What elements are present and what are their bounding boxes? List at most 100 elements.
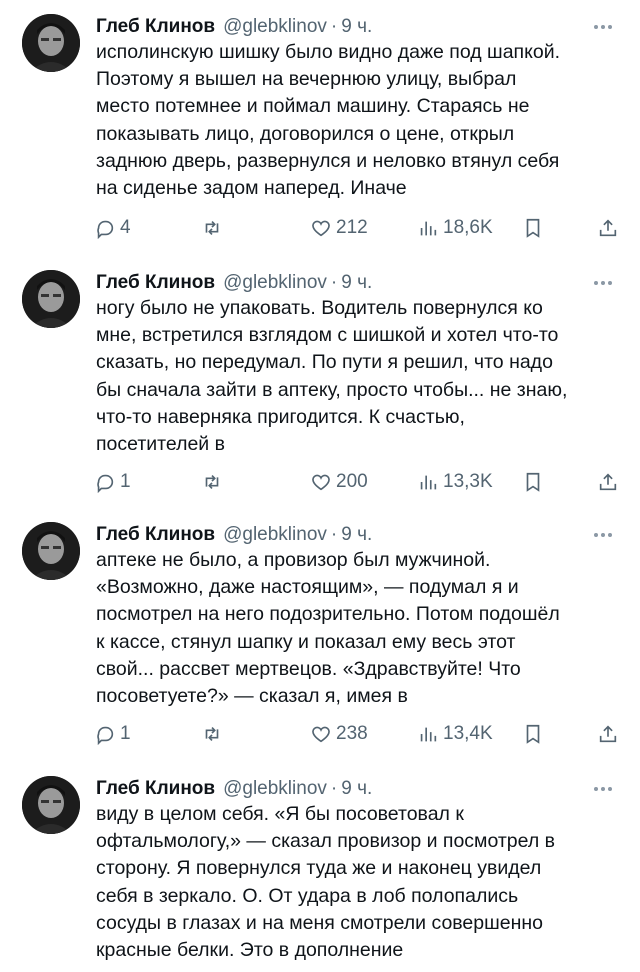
speech-bubble-icon <box>97 474 114 493</box>
more-dots-icon[interactable] <box>588 778 618 800</box>
author-avatar[interactable] <box>22 270 80 328</box>
more-dots-icon[interactable] <box>588 16 618 38</box>
author-name[interactable]: Глеб Клинов <box>96 778 215 800</box>
separator-dot: · <box>330 272 338 293</box>
text-line: виду в целом себя. «Я бы посоветовал к <box>96 803 464 825</box>
more-dots-icon[interactable] <box>588 524 618 546</box>
text-line: красные белки. Это в дополнение <box>96 939 404 962</box>
text-line: свой... рассвет мертвецов. «Здравствуйте… <box>96 657 521 680</box>
heart-icon <box>312 726 330 743</box>
author-handle[interactable]: @glebklinov <box>223 778 327 800</box>
views-button[interactable]: 13,3K <box>417 468 493 496</box>
like-button[interactable]: 200 <box>310 468 368 496</box>
bar-chart-icon <box>420 727 437 742</box>
author-handle[interactable]: @glebklinov <box>223 524 327 546</box>
text-line: ногу было не упаковать. Водитель поверну… <box>96 297 543 319</box>
speech-bubble-icon <box>97 220 114 239</box>
text-line: «Возможно, даже настоящим», — подумал я … <box>96 576 519 599</box>
text-line: себя в зеркало. О. От удара в лоб полопа… <box>96 884 519 907</box>
text-line: показывать лицо, договорился о цене, отк… <box>96 122 515 145</box>
retweet-arrows-icon <box>205 220 219 236</box>
text-line: посоветуете?» — сказал я, имея в <box>96 685 408 708</box>
share-button[interactable] <box>597 468 619 496</box>
views-button[interactable]: 13,4K <box>417 720 493 748</box>
author-handle[interactable]: @glebklinov <box>223 272 327 294</box>
like-button[interactable]: 212 <box>310 214 368 242</box>
text-line: на сиденье задом наперед. Иначе <box>96 177 407 200</box>
text-line: посетителей в <box>96 433 225 456</box>
retweet-button[interactable] <box>201 468 223 496</box>
like-button[interactable]: 238 <box>310 720 368 748</box>
separator-dot: · <box>330 16 338 37</box>
share-upload-icon <box>599 473 617 491</box>
heart-icon <box>312 220 330 237</box>
like-count: 238 <box>336 723 368 744</box>
tweet-text: исполинскую шишку было видно даже под ша… <box>96 39 626 202</box>
bookmark-icon <box>526 724 540 744</box>
tweet-text: виду в целом себя. «Я бы посоветовал к о… <box>96 801 626 964</box>
action-bar: 1 238 13,4K <box>0 720 640 748</box>
bookmark-icon <box>526 472 540 492</box>
text-line: бы сначала зайти в аптеку, просто чтобы.… <box>96 378 568 401</box>
action-bar: 1 200 13,3K <box>0 468 640 496</box>
author-avatar[interactable] <box>22 522 80 580</box>
share-button[interactable] <box>597 720 619 748</box>
text-line: сосуды в глазах и на меня смотрели совер… <box>96 911 543 934</box>
like-count: 200 <box>336 471 368 492</box>
bookmark-icon <box>526 218 540 238</box>
text-line: заднюю дверь, развернулся и неловко втян… <box>96 149 560 172</box>
text-line: посмотрел на него подозрительно. Потом п… <box>96 603 560 626</box>
bookmark-button[interactable] <box>522 468 544 496</box>
view-count: 13,4K <box>443 723 493 744</box>
share-upload-icon <box>599 725 617 743</box>
text-line: исполинскую шишку было видно даже под ша… <box>96 41 561 63</box>
separator-dot: · <box>330 524 338 545</box>
text-line: мне, встретился взглядом с шишкой и хоте… <box>96 324 559 347</box>
text-line: сторону. Я повернулся туда же и наконец … <box>96 857 542 880</box>
bar-chart-icon <box>420 475 437 490</box>
reply-button[interactable]: 1 <box>94 720 131 748</box>
separator-dot: · <box>330 778 338 799</box>
reply-count: 1 <box>120 723 131 744</box>
author-avatar[interactable] <box>22 14 80 72</box>
author-name[interactable]: Глеб Клинов <box>96 16 215 38</box>
heart-icon <box>312 474 330 491</box>
timestamp[interactable]: 9 ч. <box>341 524 372 546</box>
bar-chart-icon <box>420 221 437 236</box>
share-button[interactable] <box>597 214 619 242</box>
text-line: офтальмологу,» — сказал провизор и посмо… <box>96 830 555 853</box>
reply-button[interactable]: 1 <box>94 468 131 496</box>
text-line: Поэтому я вышел на вечернюю улицу, выбра… <box>96 68 517 91</box>
text-line: сказать, но передумал. По пути я решил, … <box>96 351 553 374</box>
tweet-text: аптеке не было, а провизор был мужчиной.… <box>96 547 626 710</box>
tweet-text: ногу было не упаковать. Водитель поверну… <box>96 295 626 458</box>
speech-bubble-icon <box>97 726 114 745</box>
bookmark-button[interactable] <box>522 720 544 748</box>
view-count: 18,6K <box>443 217 493 238</box>
retweet-button[interactable] <box>201 214 223 242</box>
reply-count: 1 <box>120 471 131 492</box>
author-name[interactable]: Глеб Клинов <box>96 272 215 294</box>
reply-button[interactable]: 4 <box>94 214 131 242</box>
timestamp[interactable]: 9 ч. <box>341 272 372 294</box>
timestamp[interactable]: 9 ч. <box>341 778 372 800</box>
author-avatar[interactable] <box>22 776 80 834</box>
text-line: что-то наверняка пригодится. К счастью, <box>96 405 465 428</box>
text-line: аптеке не было, а провизор был мужчиной. <box>96 549 491 571</box>
views-button[interactable]: 18,6K <box>417 214 493 242</box>
author-handle[interactable]: @glebklinov <box>223 16 327 38</box>
more-dots-icon[interactable] <box>588 272 618 294</box>
author-name[interactable]: Глеб Клинов <box>96 524 215 546</box>
timestamp[interactable]: 9 ч. <box>341 16 372 38</box>
view-count: 13,3K <box>443 471 493 492</box>
share-upload-icon <box>599 219 617 237</box>
retweet-arrows-icon <box>205 474 219 490</box>
text-line: место потемнее и поймал машину. Стараясь… <box>96 95 530 118</box>
text-line: к кассе, стянул шапку и показал ему весь… <box>96 630 516 653</box>
retweet-arrows-icon <box>205 726 219 742</box>
action-bar: 4 212 18,6K <box>0 214 640 242</box>
like-count: 212 <box>336 217 368 238</box>
bookmark-button[interactable] <box>522 214 544 242</box>
retweet-button[interactable] <box>201 720 223 748</box>
reply-count: 4 <box>120 217 131 238</box>
